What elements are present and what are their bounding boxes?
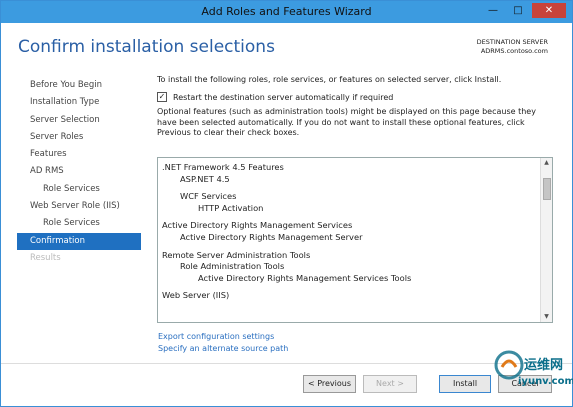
list-item: HTTP Activation [198, 202, 264, 213]
scroll-down-icon[interactable]: ▼ [541, 312, 552, 322]
selection-list[interactable]: .NET Framework 4.5 Features ASP.NET 4.5 … [157, 157, 553, 323]
nav-web-server-role[interactable]: Web Server Role (IIS) [17, 198, 141, 215]
alternate-source-link[interactable]: Specify an alternate source path [158, 344, 288, 353]
list-item: Remote Server Administration Tools [162, 249, 311, 260]
nav-installation-type[interactable]: Installation Type [17, 94, 141, 111]
nav-before-you-begin[interactable]: Before You Begin [17, 77, 141, 94]
list-item: Web Server (IIS) [162, 290, 230, 301]
nav-confirmation[interactable]: Confirmation [17, 232, 141, 250]
list-item: WCF Services [180, 191, 237, 202]
nav-features[interactable]: Features [17, 146, 141, 163]
install-button[interactable]: Install [439, 375, 491, 393]
footer-divider [1, 363, 572, 364]
restart-option[interactable]: ✓ Restart the destination server automat… [157, 92, 557, 102]
list-item: Role Administration Tools [180, 261, 285, 272]
checkmark-icon: ✓ [158, 92, 166, 101]
nav-server-selection[interactable]: Server Selection [17, 112, 141, 129]
site-watermark: 运维网 iyunv.com [494, 350, 573, 398]
page-title: Confirm installation selections [18, 37, 275, 57]
nav-ad-rms[interactable]: AD RMS [17, 163, 141, 180]
list-item: ASP.NET 4.5 [180, 173, 230, 184]
list-item: Active Directory Rights Management Serve… [180, 231, 363, 242]
previous-button[interactable]: < Previous [303, 375, 356, 393]
nav-adrms-role-services[interactable]: Role Services [17, 181, 141, 198]
destination-value: ADRMS.contoso.com [480, 47, 548, 55]
minimize-button[interactable]: — [482, 3, 504, 18]
wizard-window: Add Roles and Features Wizard — □ ✕ Conf… [0, 0, 573, 407]
wizard-nav: Before You Begin Installation Type Serve… [17, 77, 141, 267]
destination-server: DESTINATION SERVER ADRMS.contoso.com [477, 38, 548, 56]
nav-results: Results [30, 252, 61, 263]
watermark-title: 运维网 [524, 358, 564, 373]
watermark-url: iyunv.com [518, 376, 573, 387]
export-config-link[interactable]: Export configuration settings [158, 332, 274, 341]
list-item: Active Directory Rights Management Servi… [198, 272, 412, 283]
selection-list-content: .NET Framework 4.5 Features ASP.NET 4.5 … [162, 162, 538, 302]
content-area: To install the following roles, role ser… [157, 75, 557, 139]
title-bar[interactable]: Add Roles and Features Wizard — □ ✕ [1, 1, 572, 23]
close-button[interactable]: ✕ [532, 3, 566, 18]
list-item: .NET Framework 4.5 Features [162, 162, 284, 172]
window-controls: — □ ✕ [482, 3, 566, 18]
intro-text: To install the following roles, role ser… [157, 75, 502, 84]
restart-checkbox[interactable]: ✓ [157, 92, 167, 102]
nav-iis-role-services[interactable]: Role Services [17, 215, 141, 232]
destination-label: DESTINATION SERVER [476, 38, 548, 46]
restart-label: Restart the destination server automatic… [173, 92, 394, 102]
list-scrollbar[interactable]: ▲ ▼ [540, 158, 552, 322]
button-bar: < Previous Next > Install Cancel [1, 375, 572, 395]
maximize-button[interactable]: □ [507, 3, 529, 18]
optional-features-note: Optional features (such as administratio… [157, 107, 536, 137]
next-button: Next > [363, 375, 417, 393]
scroll-thumb[interactable] [543, 178, 551, 200]
scroll-up-icon[interactable]: ▲ [541, 158, 552, 168]
nav-server-roles[interactable]: Server Roles [17, 129, 141, 146]
list-item: Active Directory Rights Management Servi… [162, 220, 353, 231]
